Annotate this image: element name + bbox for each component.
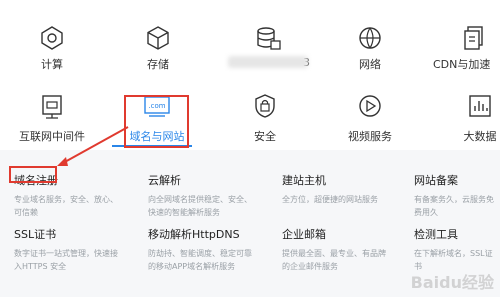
product-web-hosting[interactable]: 建站主机 全方位，超便捷的网站服务 [282, 172, 392, 206]
category-panel: 计算 存储 3 网络 CDN与加速 互联网中间件 .com 域名 [0, 0, 500, 148]
video-icon [356, 92, 384, 120]
product-desc: 向全网域名提供稳定、安全、快速的智能解析服务 [148, 195, 252, 217]
product-title: 建站主机 [282, 174, 326, 187]
product-desc: 提供最全面、最专业、有品牌的企业邮件服务 [282, 249, 386, 271]
product-ssl-certificate[interactable]: SSL证书 数字证书一站式管理，快速接入HTTPS 安全 [14, 226, 124, 273]
database-icon [254, 24, 282, 52]
product-title: 检测工具 [414, 228, 458, 241]
category-label: 视频服务 [348, 130, 392, 143]
product-title: 网站备案 [414, 174, 458, 187]
product-desc: 全方位，超便捷的网站服务 [282, 195, 378, 204]
product-enterprise-mail[interactable]: 企业邮箱 提供最全面、最专业、有品牌的企业邮件服务 [282, 226, 392, 273]
product-desc: 专业域名服务，安全、放心、可信赖 [14, 195, 118, 217]
network-icon [356, 24, 384, 52]
category-label: 大数据 [463, 130, 497, 143]
category-label: 网络 [359, 58, 381, 71]
compute-icon [38, 24, 66, 52]
category-label: 安全 [254, 130, 276, 143]
category-label: CDN与加速 [433, 58, 491, 71]
annotation-highlight-box [124, 95, 189, 148]
bigdata-icon [466, 92, 494, 120]
category-label: 存储 [147, 58, 169, 71]
product-title: SSL证书 [14, 228, 57, 241]
product-title: 云解析 [148, 174, 181, 187]
product-desc: 防劫持、智能调度、稳定可靠的移动APP域名解析服务 [148, 249, 252, 271]
product-cloud-dns[interactable]: 云解析 向全网域名提供稳定、安全、快速的智能解析服务 [148, 172, 258, 219]
product-icp-filing[interactable]: 网站备案 有备案务久，云服务免费用久 [414, 172, 498, 219]
cdn-icon [461, 24, 489, 52]
category-label: 互联网中间件 [19, 130, 85, 143]
middleware-icon [38, 92, 66, 120]
security-icon [251, 92, 279, 120]
annotation-item-box [9, 166, 57, 183]
product-title: 企业邮箱 [282, 228, 326, 241]
product-httpdns[interactable]: 移动解析HttpDNS 防劫持、智能调度、稳定可靠的移动APP域名解析服务 [148, 226, 258, 273]
product-desc: 数字证书一站式管理，快速接入HTTPS 安全 [14, 249, 118, 271]
storage-icon [144, 24, 172, 52]
product-check-tools[interactable]: 检测工具 在下解析域名，SSL证书 [414, 226, 498, 273]
category-label: 计算 [41, 58, 63, 71]
product-title: 移动解析HttpDNS [148, 228, 240, 241]
blurred-label [228, 56, 308, 68]
product-desc: 有备案务久，云服务免费用久 [414, 195, 494, 217]
watermark: Baidu经验 [410, 273, 494, 292]
